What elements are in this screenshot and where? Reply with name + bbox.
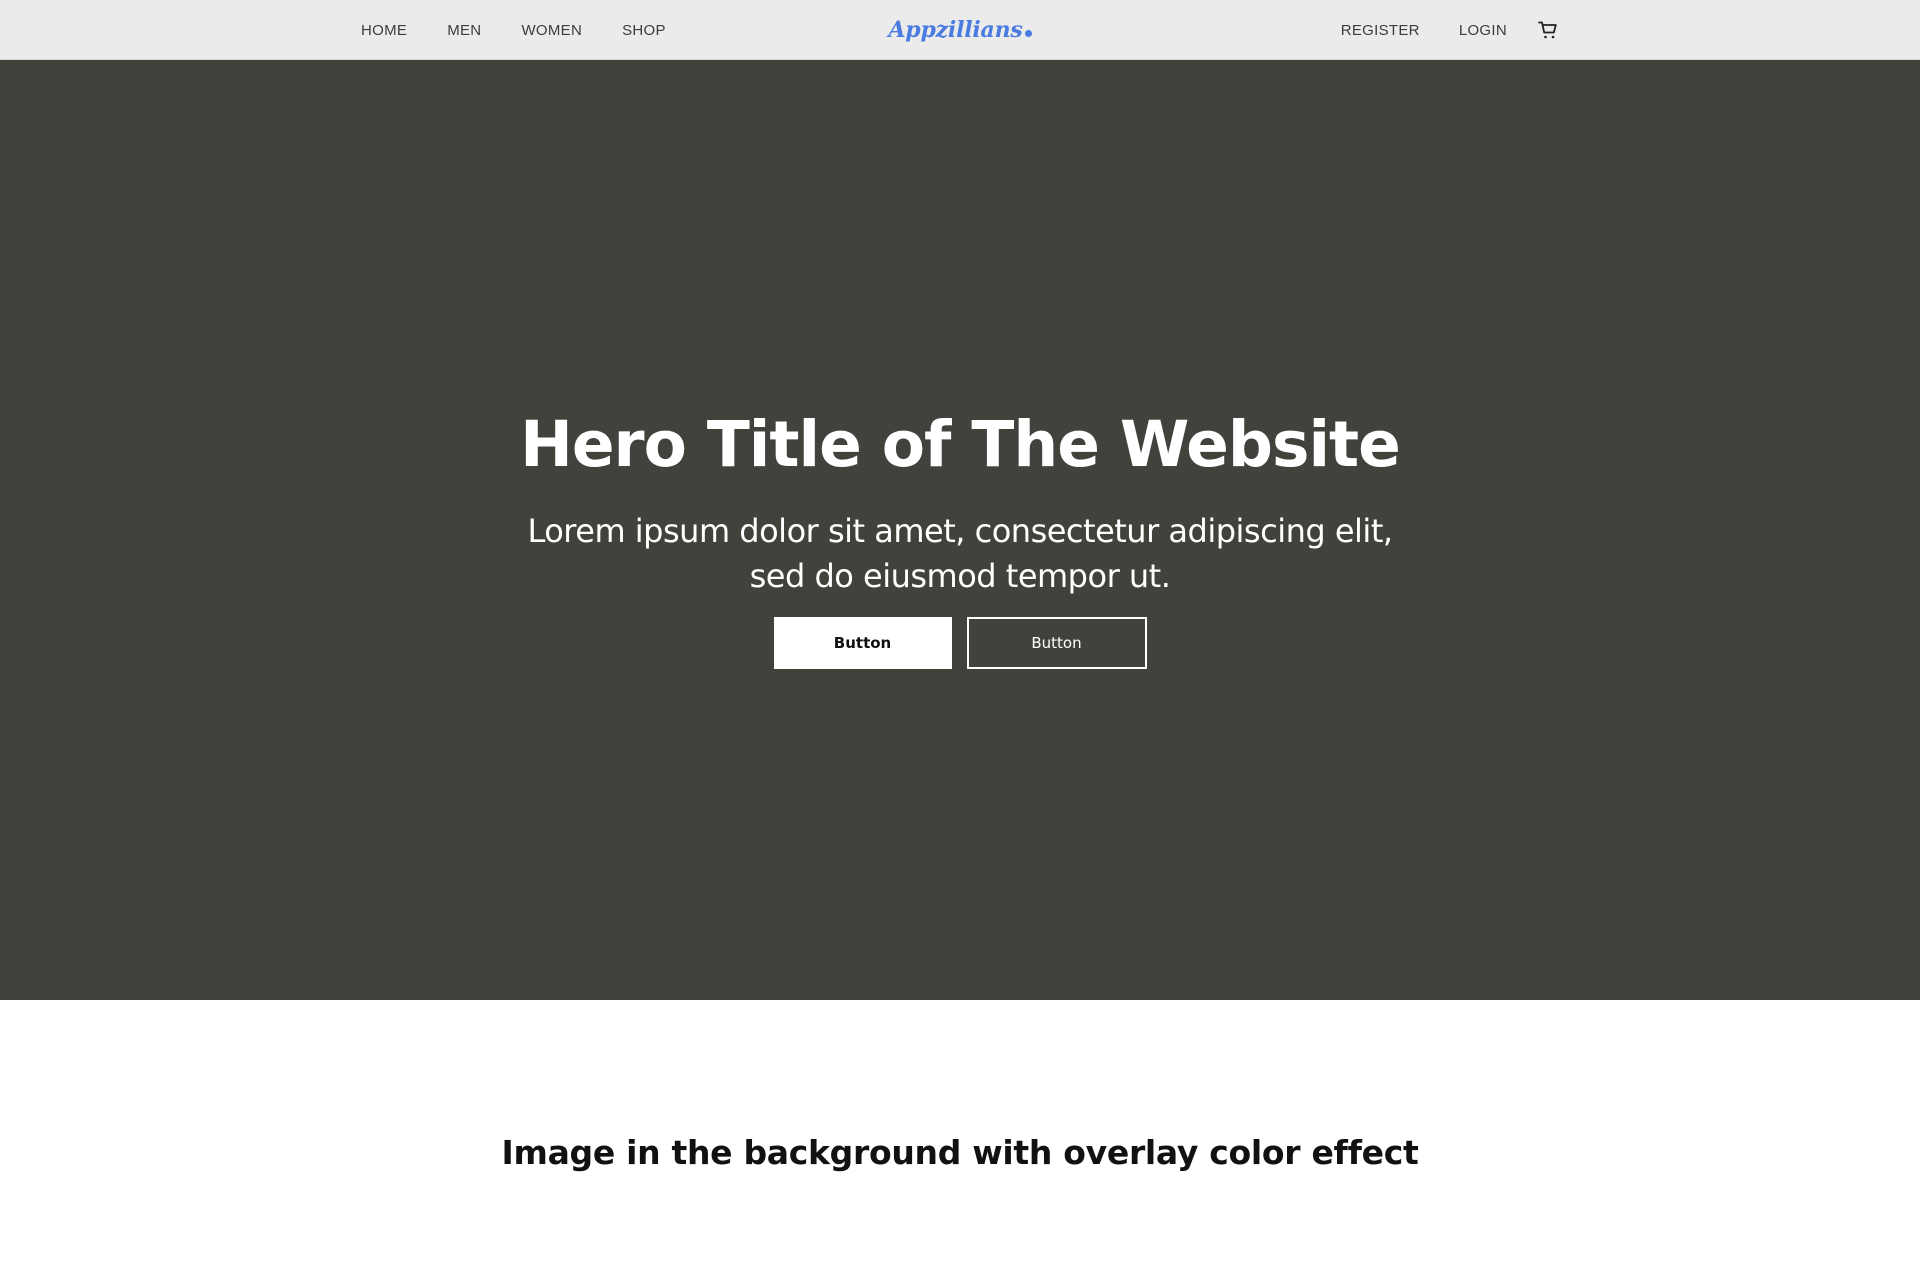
page: HOME MEN WOMEN SHOP Appzillians REGISTER… <box>0 0 1920 1280</box>
nav-link-home[interactable]: HOME <box>361 22 407 39</box>
primary-button[interactable]: Button <box>773 617 952 669</box>
hero-subtitle-line-2: sed do eiusmod tempor ut. <box>749 557 1171 595</box>
brand-logo[interactable]: Appzillians <box>888 17 1032 43</box>
brand-dot <box>1024 30 1032 37</box>
cart-icon[interactable] <box>1537 19 1559 41</box>
section-caption: Image in the background with overlay col… <box>501 1133 1419 1172</box>
hero-section: Hero Title of The Website Lorem ipsum do… <box>0 60 1920 1000</box>
navbar: HOME MEN WOMEN SHOP Appzillians REGISTER… <box>0 0 1920 60</box>
hero-buttons: Button Button <box>773 617 1147 669</box>
register-link[interactable]: REGISTER <box>1341 22 1420 39</box>
hero-title: Hero Title of The Website <box>520 408 1401 481</box>
nav-link-shop[interactable]: SHOP <box>622 22 666 39</box>
account-nav: REGISTER LOGIN <box>1341 0 1559 60</box>
hero-subtitle-line-1: Lorem ipsum dolor sit amet, consectetur … <box>527 512 1393 550</box>
hero-subtitle: Lorem ipsum dolor sit amet, consectetur … <box>510 509 1410 599</box>
nav-link-men[interactable]: MEN <box>447 22 481 39</box>
nav-link-women[interactable]: WOMEN <box>521 22 582 39</box>
brand-name: Appzillians <box>888 17 1023 43</box>
brand: Appzillians <box>0 0 1920 60</box>
login-link[interactable]: LOGIN <box>1459 22 1507 39</box>
hero-content: Hero Title of The Website Lorem ipsum do… <box>0 405 1920 669</box>
secondary-button[interactable]: Button <box>966 617 1147 669</box>
primary-nav: HOME MEN WOMEN SHOP <box>361 0 666 60</box>
